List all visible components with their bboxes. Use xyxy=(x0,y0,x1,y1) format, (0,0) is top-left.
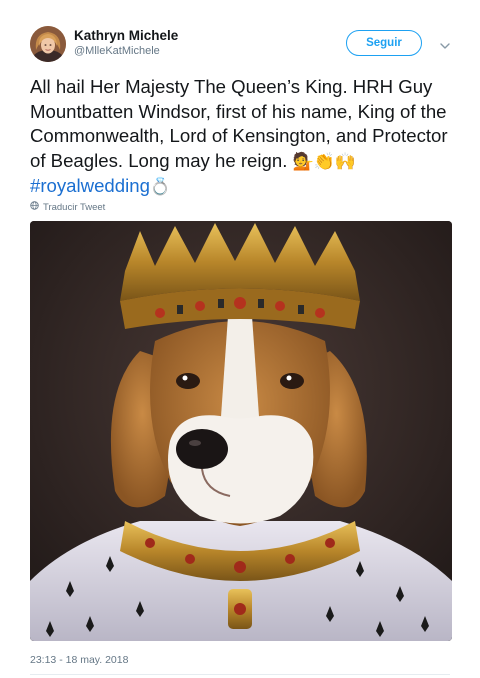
translate-tweet-link[interactable]: Traducir Tweet xyxy=(30,201,105,213)
hashtag-link[interactable]: #royalwedding xyxy=(30,175,150,196)
beagle-king-image xyxy=(30,221,452,641)
tweet-card: Kathryn Michele @MlleKatMichele Seguir A… xyxy=(0,0,480,678)
tweet-body: All hail Her Majesty The Queen’s King. H… xyxy=(30,76,448,171)
emoji-group: 💁👏🙌 xyxy=(292,151,357,172)
tweet-header: Kathryn Michele @MlleKatMichele Seguir xyxy=(30,26,460,66)
follow-button[interactable]: Seguir xyxy=(346,30,422,56)
globe-icon xyxy=(30,201,39,213)
tweet-photo[interactable] xyxy=(30,221,452,641)
translate-label: Traducir Tweet xyxy=(43,201,106,213)
ring-emoji: 💍 xyxy=(149,177,172,197)
author-name[interactable]: Kathryn Michele xyxy=(74,28,178,43)
avatar[interactable] xyxy=(30,26,66,62)
author-handle[interactable]: @MlleKatMichele xyxy=(74,45,160,57)
divider xyxy=(30,674,450,675)
tweet-timestamp[interactable]: 23:13 - 18 may. 2018 xyxy=(30,654,128,666)
avatar-photo xyxy=(30,26,66,62)
tweet-text: All hail Her Majesty The Queen’s King. H… xyxy=(30,75,460,200)
chevron-down-icon[interactable] xyxy=(438,38,452,49)
